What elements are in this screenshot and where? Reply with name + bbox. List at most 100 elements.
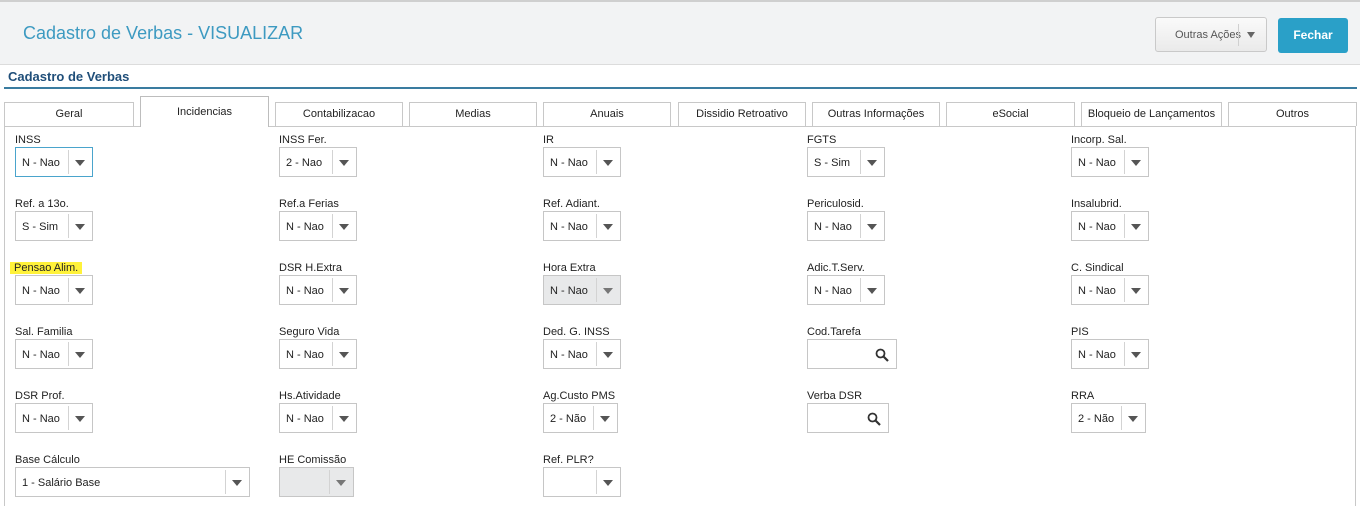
fgts-select[interactable]: S - Sim — [807, 147, 885, 177]
ref-ferias-select[interactable]: N - Nao — [279, 211, 357, 241]
select-separator — [332, 406, 333, 430]
sal-familia-select[interactable]: N - Nao — [15, 339, 93, 369]
field-label: Adic.T.Serv. — [807, 262, 865, 274]
chevron-down-icon — [1128, 416, 1138, 422]
chevron-down-icon — [1131, 224, 1141, 230]
inss-fer-select[interactable]: 2 - Nao — [279, 147, 357, 177]
field-label: PIS — [1071, 326, 1089, 338]
field-label: Insalubrid. — [1071, 198, 1122, 210]
field-label: Ref. PLR? — [543, 454, 594, 466]
chevron-down-icon — [603, 480, 613, 486]
select-separator — [332, 342, 333, 366]
chevron-down-icon — [603, 160, 613, 166]
select-value: N - Nao — [286, 285, 324, 297]
select-separator — [68, 150, 69, 174]
ref-plr-select[interactable] — [543, 467, 621, 497]
select-value: N - Nao — [22, 349, 60, 361]
select-value: N - Nao — [1078, 157, 1116, 169]
insalubrid-select[interactable]: N - Nao — [1071, 211, 1149, 241]
tab-anuais[interactable]: Anuais — [543, 102, 671, 126]
tab-bloqueio-lancamentos[interactable]: Bloqueio de Lançamentos — [1081, 102, 1222, 126]
cod-tarefa-lookup[interactable] — [807, 339, 897, 369]
chevron-down-icon — [1131, 160, 1141, 166]
rra-select[interactable]: 2 - Não — [1071, 403, 1146, 433]
more-actions-separator — [1238, 24, 1239, 46]
chevron-down-icon — [336, 480, 346, 486]
field-label: Base Cálculo — [15, 454, 80, 466]
field-label: Ded. G. INSS — [543, 326, 610, 338]
incidencias-panel: INSS N - Nao INSS Fer. 2 - Nao IR N - Na… — [4, 126, 1356, 506]
dsr-prof-select[interactable]: N - Nao — [15, 403, 93, 433]
chevron-down-icon — [339, 224, 349, 230]
close-button[interactable]: Fechar — [1278, 18, 1348, 53]
ir-select[interactable]: N - Nao — [543, 147, 621, 177]
select-value: S - Sim — [814, 157, 851, 169]
select-separator — [593, 406, 594, 430]
tab-medias[interactable]: Medias — [409, 102, 537, 126]
select-separator — [596, 342, 597, 366]
chevron-down-icon — [75, 416, 85, 422]
verba-dsr-lookup[interactable] — [807, 403, 889, 433]
select-value: N - Nao — [286, 413, 324, 425]
chevron-down-icon — [232, 480, 242, 486]
base-calculo-select[interactable]: 1 - Salário Base — [15, 467, 250, 497]
c-sindical-select[interactable]: N - Nao — [1071, 275, 1149, 305]
select-separator — [1121, 406, 1122, 430]
select-separator — [1124, 278, 1125, 302]
page-title: Cadastro de Verbas - VISUALIZAR — [23, 23, 304, 43]
select-value: N - Nao — [286, 221, 324, 233]
select-separator — [860, 214, 861, 238]
chevron-down-icon — [339, 352, 349, 358]
pensao-alim-select[interactable]: N - Nao — [15, 275, 93, 305]
inss-select[interactable]: N - Nao — [15, 147, 93, 177]
field-label: Ag.Custo PMS — [543, 390, 616, 402]
search-icon[interactable] — [875, 348, 889, 362]
ded-g-inss-select[interactable]: N - Nao — [543, 339, 621, 369]
field-label: Incorp. Sal. — [1071, 134, 1127, 146]
field-label: Periculosid. — [807, 198, 864, 210]
select-separator — [68, 406, 69, 430]
search-icon[interactable] — [867, 412, 881, 426]
ref-13o-select[interactable]: S - Sim — [15, 211, 93, 241]
seguro-vida-select[interactable]: N - Nao — [279, 339, 357, 369]
select-value: N - Nao — [22, 157, 60, 169]
field-label: Seguro Vida — [279, 326, 340, 338]
select-value: N - Nao — [550, 157, 588, 169]
select-value: N - Nao — [814, 221, 852, 233]
field-label: Hora Extra — [543, 262, 596, 274]
hs-atividade-select[interactable]: N - Nao — [279, 403, 357, 433]
chevron-down-icon — [867, 224, 877, 230]
tab-geral[interactable]: Geral — [4, 102, 134, 126]
ag-custo-pms-select[interactable]: 2 - Não — [543, 403, 618, 433]
chevron-down-icon — [75, 160, 85, 166]
chevron-down-icon — [75, 352, 85, 358]
chevron-down-icon — [339, 288, 349, 294]
tab-incidencias[interactable]: Incidencias — [140, 96, 269, 127]
field-label: DSR Prof. — [15, 390, 65, 402]
hora-extra-select: N - Nao — [543, 275, 621, 305]
select-value: 1 - Salário Base — [22, 477, 101, 489]
select-value: N - Nao — [22, 285, 60, 297]
more-actions-button[interactable]: Outras Ações — [1155, 17, 1267, 52]
page-header: Cadastro de Verbas - VISUALIZAR Outras A… — [0, 2, 1360, 65]
incorp-sal-select[interactable]: N - Nao — [1071, 147, 1149, 177]
select-separator — [332, 150, 333, 174]
field-label: Ref.a Ferias — [279, 198, 339, 210]
adic-t-serv-select[interactable]: N - Nao — [807, 275, 885, 305]
ref-adiant-select[interactable]: N - Nao — [543, 211, 621, 241]
dsr-h-extra-select[interactable]: N - Nao — [279, 275, 357, 305]
field-label-highlighted: Pensao Alim. — [10, 262, 83, 274]
tab-esocial[interactable]: eSocial — [946, 102, 1075, 126]
chevron-down-icon — [1247, 32, 1255, 38]
select-separator — [596, 470, 597, 494]
tab-dissidio-retroativo[interactable]: Dissidio Retroativo — [678, 102, 806, 126]
tab-outros[interactable]: Outros — [1228, 102, 1357, 126]
periculosid-select[interactable]: N - Nao — [807, 211, 885, 241]
chevron-down-icon — [1131, 352, 1141, 358]
tab-contabilizacao[interactable]: Contabilizacao — [275, 102, 403, 126]
tab-outras-informacoes[interactable]: Outras Informações — [812, 102, 940, 126]
select-separator — [596, 150, 597, 174]
pis-select[interactable]: N - Nao — [1071, 339, 1149, 369]
select-value: N - Nao — [550, 285, 588, 297]
select-value: N - Nao — [286, 349, 324, 361]
